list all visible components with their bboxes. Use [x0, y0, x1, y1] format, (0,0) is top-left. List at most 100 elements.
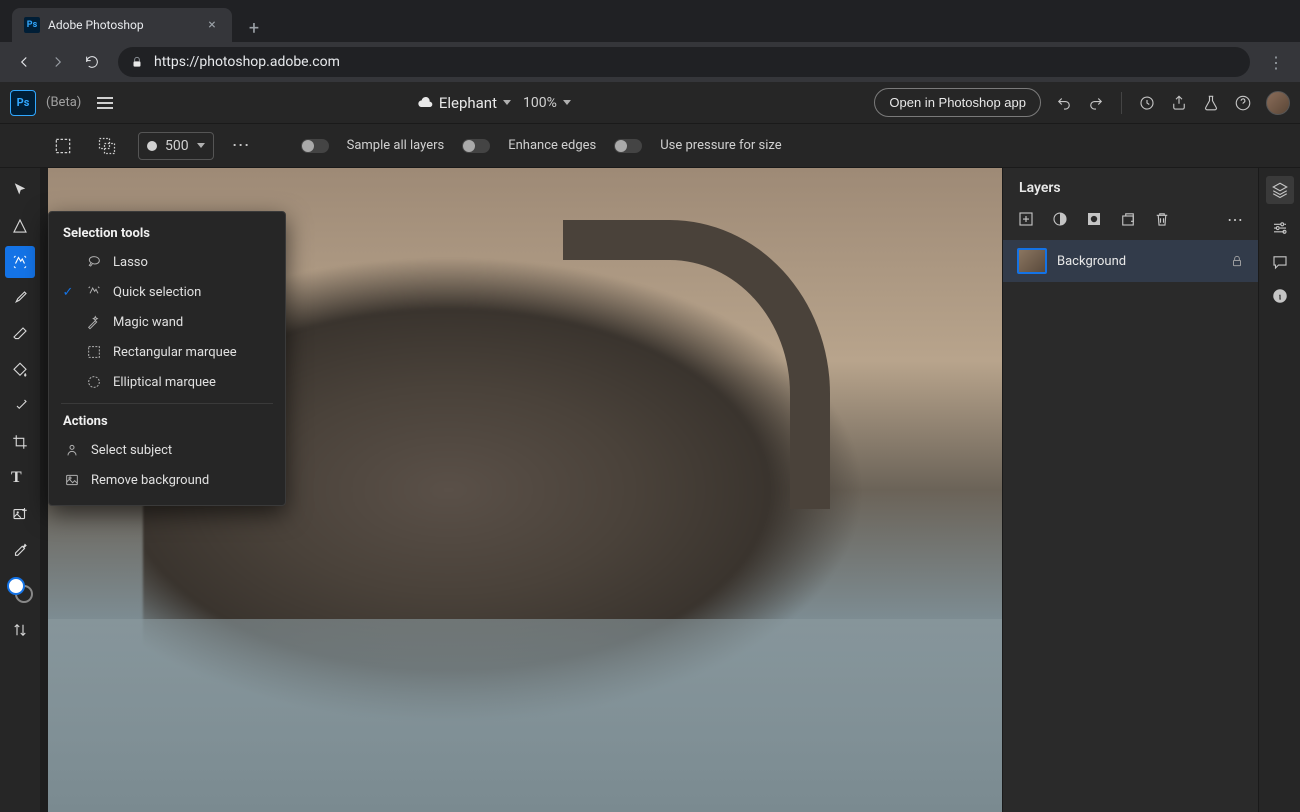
layer-actions-row: ⋯	[1003, 204, 1258, 238]
add-selection-icon[interactable]	[94, 133, 120, 159]
beaker-icon[interactable]	[1202, 94, 1220, 112]
help-icon[interactable]	[1234, 94, 1252, 112]
photoshop-logo-icon[interactable]: Ps	[10, 90, 36, 116]
undo-button[interactable]	[1055, 94, 1073, 112]
redo-button[interactable]	[1087, 94, 1105, 112]
properties-rail-icon[interactable]	[1270, 218, 1290, 238]
new-selection-icon[interactable]	[50, 133, 76, 159]
brush-preview-icon	[147, 141, 157, 151]
browser-menu-icon[interactable]: ⋮	[1262, 48, 1290, 76]
enhance-edges-toggle[interactable]	[462, 139, 490, 153]
new-tab-button[interactable]: +	[240, 14, 268, 42]
adjustment-layer-icon[interactable]	[1051, 210, 1069, 228]
browser-back-button[interactable]	[10, 48, 38, 76]
lock-icon[interactable]	[1230, 254, 1244, 268]
brush-tool[interactable]	[5, 282, 35, 314]
chevron-down-icon	[563, 100, 571, 105]
zoom-value: 100%	[523, 95, 557, 111]
place-image-tool[interactable]	[5, 498, 35, 530]
brush-size-dropdown[interactable]: 500	[138, 132, 214, 160]
beta-label: (Beta)	[46, 95, 81, 110]
selection-tool[interactable]	[5, 246, 35, 278]
use-pressure-toggle[interactable]	[614, 139, 642, 153]
check-icon: ✓	[61, 285, 75, 300]
swap-colors-tool[interactable]	[5, 614, 35, 646]
add-layer-icon[interactable]	[1017, 210, 1035, 228]
type-tool[interactable]: T	[5, 462, 35, 494]
right-rail	[1258, 168, 1300, 812]
layer-name: Background	[1057, 254, 1220, 269]
flyout-item-label: Rectangular marquee	[113, 345, 237, 360]
layer-thumbnail	[1017, 248, 1047, 274]
select-subject-icon	[63, 441, 81, 459]
flyout-header-actions: Actions	[49, 410, 285, 435]
magic-wand-icon	[85, 313, 103, 331]
eyedropper-tool[interactable]	[5, 534, 35, 566]
layers-panel-title: Layers	[1003, 168, 1258, 204]
url-bar[interactable]: https://photoshop.adobe.com	[118, 47, 1250, 77]
clock-icon[interactable]	[1138, 94, 1156, 112]
flyout-item-label: Remove background	[91, 473, 209, 488]
layer-row-background[interactable]: Background	[1003, 240, 1258, 282]
sample-all-layers-toggle[interactable]	[301, 139, 329, 153]
chevron-down-icon	[503, 100, 511, 105]
browser-reload-button[interactable]	[78, 48, 106, 76]
flyout-rectangular-marquee[interactable]: Rectangular marquee	[49, 337, 285, 367]
info-rail-icon[interactable]	[1270, 286, 1290, 306]
left-toolbar: T	[0, 168, 40, 812]
document-name-dropdown[interactable]: Elephant	[417, 94, 511, 112]
delete-layer-icon[interactable]	[1153, 210, 1171, 228]
url-text: https://photoshop.adobe.com	[154, 54, 340, 70]
flyout-magic-wand[interactable]: Magic wand	[49, 307, 285, 337]
move-tool[interactable]	[5, 174, 35, 206]
flyout-select-subject[interactable]: Select subject	[49, 435, 285, 465]
flyout-elliptical-marquee[interactable]: Elliptical marquee	[49, 367, 285, 397]
browser-toolbar: https://photoshop.adobe.com ⋮	[0, 42, 1300, 82]
comments-rail-icon[interactable]	[1270, 252, 1290, 272]
remove-background-icon	[63, 471, 81, 489]
zoom-dropdown[interactable]: 100%	[523, 95, 571, 111]
cloud-icon	[417, 95, 433, 111]
flyout-item-label: Quick selection	[113, 285, 201, 300]
divider	[1121, 92, 1122, 114]
color-swatch[interactable]	[5, 570, 35, 610]
app-header: Ps (Beta) Elephant 100% Open in Photosho…	[0, 82, 1300, 124]
layers-panel: Layers ⋯ Background	[1002, 168, 1258, 812]
chevron-down-icon	[197, 143, 205, 148]
layer-more-icon[interactable]: ⋯	[1226, 210, 1244, 228]
open-in-app-button[interactable]: Open in Photoshop app	[874, 88, 1041, 117]
elliptical-marquee-icon	[85, 373, 103, 391]
tab-favicon-icon: Ps	[24, 17, 40, 33]
flyout-lasso[interactable]: Lasso	[49, 247, 285, 277]
flyout-item-label: Magic wand	[113, 315, 183, 330]
use use-pressure-label: Use pressure for size	[660, 138, 781, 153]
share-icon[interactable]	[1170, 94, 1188, 112]
divider	[61, 403, 273, 404]
flyout-remove-background[interactable]: Remove background	[49, 465, 285, 495]
clip-layer-icon[interactable]	[1119, 210, 1137, 228]
document-name: Elephant	[439, 94, 497, 112]
eraser-tool[interactable]	[5, 318, 35, 350]
layer-mask-icon[interactable]	[1085, 210, 1103, 228]
healing-tool[interactable]	[5, 390, 35, 422]
tab-title: Adobe Photoshop	[48, 18, 196, 32]
user-avatar[interactable]	[1266, 91, 1290, 115]
transform-tool[interactable]	[5, 210, 35, 242]
rectangular-marquee-icon	[85, 343, 103, 361]
selection-tools-flyout: Selection tools Lasso ✓ Quick selection …	[48, 211, 286, 506]
fill-tool[interactable]	[5, 354, 35, 386]
flyout-quick-selection[interactable]: ✓ Quick selection	[49, 277, 285, 307]
hamburger-menu-icon[interactable]	[97, 97, 113, 109]
layers-rail-icon[interactable]	[1266, 176, 1294, 204]
quick-selection-icon	[85, 283, 103, 301]
flyout-item-label: Select subject	[91, 443, 172, 458]
tab-close-icon[interactable]: ×	[204, 17, 220, 33]
lasso-icon	[85, 253, 103, 271]
more-options-icon[interactable]: ⋯	[232, 135, 251, 156]
flyout-header-selection: Selection tools	[49, 222, 285, 247]
browser-tab[interactable]: Ps Adobe Photoshop ×	[12, 8, 232, 42]
crop-tool[interactable]	[5, 426, 35, 458]
browser-forward-button[interactable]	[44, 48, 72, 76]
lock-icon	[130, 55, 144, 69]
brush-size-value: 500	[165, 138, 189, 154]
